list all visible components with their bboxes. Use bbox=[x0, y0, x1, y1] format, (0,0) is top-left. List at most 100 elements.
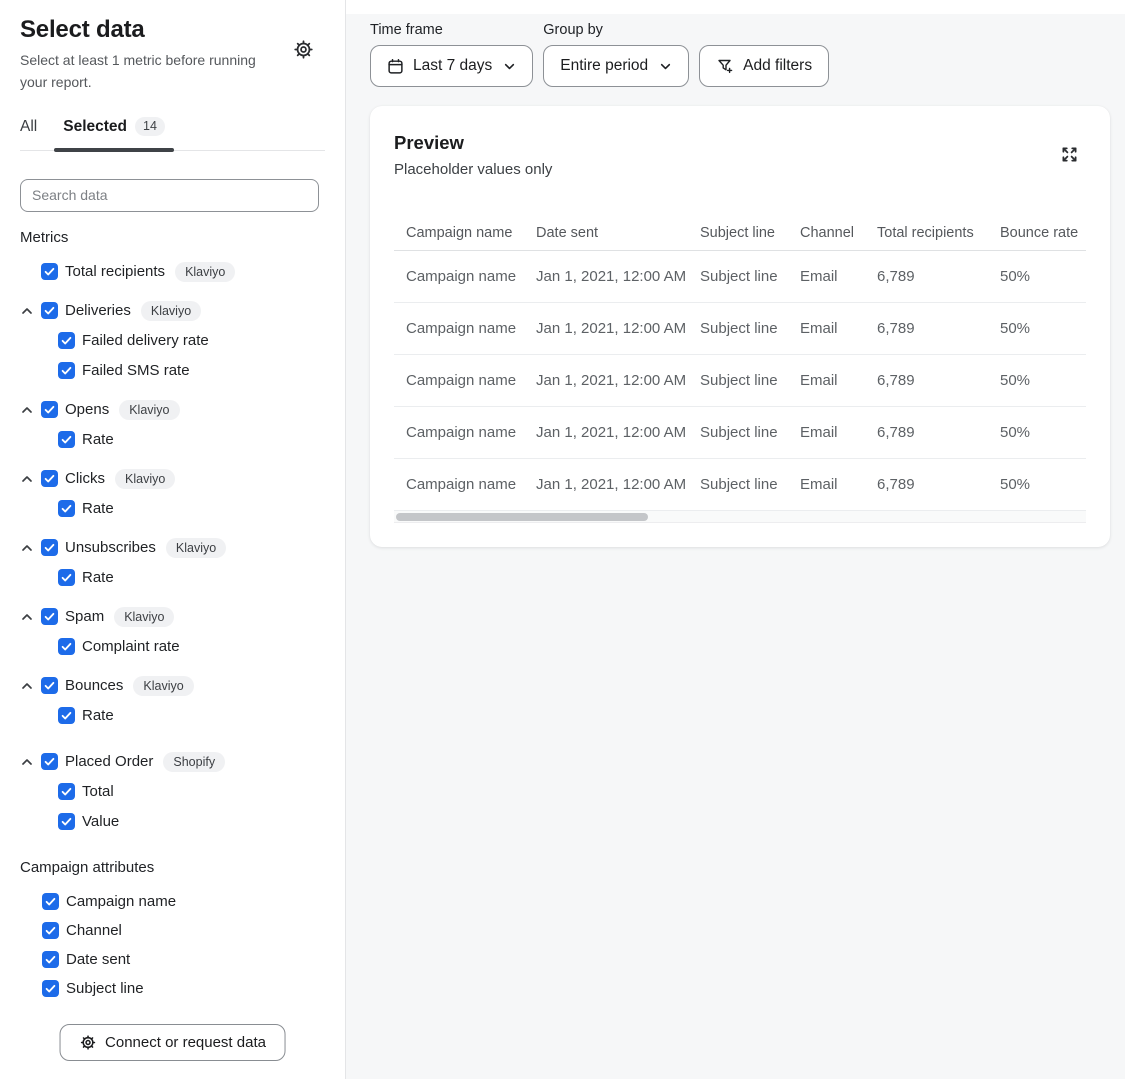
chevron-up-icon[interactable] bbox=[20, 304, 34, 318]
table-cell: Email bbox=[800, 372, 877, 389]
metric-group: Placed Order Shopify Total Value bbox=[20, 747, 325, 837]
attribute-row[interactable]: Channel bbox=[20, 916, 325, 945]
metrics-heading: Metrics bbox=[20, 229, 325, 246]
group-by-field: Group by Entire period bbox=[543, 22, 689, 87]
metric-label: Deliveries bbox=[65, 302, 131, 319]
connect-button-label: Connect or request data bbox=[105, 1034, 266, 1051]
checkbox-checked[interactable] bbox=[41, 263, 58, 280]
metric-group: Clicks Klaviyo Rate bbox=[20, 464, 325, 524]
checkbox-checked[interactable] bbox=[58, 431, 75, 448]
metric-row[interactable]: Deliveries Klaviyo bbox=[20, 296, 325, 326]
submetric-label: Total bbox=[82, 783, 114, 800]
checkbox-checked[interactable] bbox=[58, 362, 75, 379]
checkbox-checked[interactable] bbox=[58, 813, 75, 830]
submetric-row[interactable]: Total bbox=[20, 777, 325, 807]
settings-button[interactable] bbox=[293, 38, 315, 60]
scrollbar-thumb[interactable] bbox=[396, 513, 648, 521]
submetric-row[interactable]: Value bbox=[20, 807, 325, 837]
source-badge: Klaviyo bbox=[166, 538, 226, 558]
chevron-up-icon[interactable] bbox=[20, 541, 34, 555]
submetric-label: Complaint rate bbox=[82, 638, 180, 655]
horizontal-scrollbar[interactable] bbox=[394, 511, 1086, 523]
campaign-attributes-heading: Campaign attributes bbox=[20, 859, 325, 876]
attribute-row[interactable]: Subject line bbox=[20, 974, 325, 1003]
metric-row[interactable]: Bounces Klaviyo bbox=[20, 671, 325, 701]
metric-row[interactable]: Unsubscribes Klaviyo bbox=[20, 533, 325, 563]
page-subtitle: Select at least 1 metric before running … bbox=[20, 50, 268, 93]
sidebar-tabs: All Selected 14 bbox=[20, 111, 325, 151]
metric-row[interactable]: Placed Order Shopify bbox=[20, 747, 325, 777]
metric-row[interactable]: Clicks Klaviyo bbox=[20, 464, 325, 494]
metric-label: Spam bbox=[65, 608, 104, 625]
add-filters-label: Add filters bbox=[743, 57, 812, 75]
metric-children: Rate bbox=[20, 563, 325, 593]
submetric-row[interactable]: Rate bbox=[20, 563, 325, 593]
checkbox-checked[interactable] bbox=[58, 569, 75, 586]
table-row: Campaign nameJan 1, 2021, 12:00 AMSubjec… bbox=[394, 303, 1086, 355]
table-row: Campaign nameJan 1, 2021, 12:00 AMSubjec… bbox=[394, 251, 1086, 303]
time-frame-dropdown[interactable]: Last 7 days bbox=[370, 45, 533, 87]
group-by-value: Entire period bbox=[560, 57, 648, 75]
search-input[interactable] bbox=[20, 179, 319, 212]
tab-selected[interactable]: Selected 14 bbox=[63, 111, 165, 150]
checkbox-checked[interactable] bbox=[41, 401, 58, 418]
checkbox-checked[interactable] bbox=[58, 707, 75, 724]
table-cell: Email bbox=[800, 268, 877, 285]
checkbox-checked[interactable] bbox=[58, 638, 75, 655]
report-builder-main: Time frame Last 7 days bbox=[346, 0, 1125, 1079]
attribute-row[interactable]: Campaign name bbox=[20, 887, 325, 916]
submetric-row[interactable]: Complaint rate bbox=[20, 632, 325, 662]
metric-row[interactable]: Spam Klaviyo bbox=[20, 602, 325, 632]
checkbox-checked[interactable] bbox=[42, 951, 59, 968]
add-filters-button[interactable]: Add filters bbox=[699, 45, 829, 87]
checkbox-checked[interactable] bbox=[41, 677, 58, 694]
chevron-up-icon[interactable] bbox=[20, 755, 34, 769]
submetric-row[interactable]: Failed SMS rate bbox=[20, 356, 325, 386]
metric-label: Placed Order bbox=[65, 753, 153, 770]
table-cell: Subject line bbox=[700, 320, 800, 337]
metric-group: Total recipients Klaviyo bbox=[20, 257, 325, 287]
submetric-row[interactable]: Rate bbox=[20, 494, 325, 524]
checkbox-checked[interactable] bbox=[41, 539, 58, 556]
metric-row[interactable]: Total recipients Klaviyo bbox=[20, 257, 325, 287]
expand-preview-button[interactable] bbox=[1057, 142, 1082, 167]
tab-all[interactable]: All bbox=[20, 111, 37, 150]
checkbox-checked[interactable] bbox=[41, 470, 58, 487]
submetric-row[interactable]: Rate bbox=[20, 701, 325, 731]
chevron-up-icon[interactable] bbox=[20, 472, 34, 486]
group-by-dropdown[interactable]: Entire period bbox=[543, 45, 689, 87]
table-cell: Campaign name bbox=[406, 320, 536, 337]
submetric-row[interactable]: Failed delivery rate bbox=[20, 326, 325, 356]
source-badge: Klaviyo bbox=[119, 400, 179, 420]
attribute-row[interactable]: Date sent bbox=[20, 945, 325, 974]
table-cell: Jan 1, 2021, 12:00 AM bbox=[536, 476, 700, 493]
connect-or-request-data-button[interactable]: Connect or request data bbox=[59, 1024, 286, 1061]
checkbox-checked[interactable] bbox=[41, 608, 58, 625]
chevron-up-icon[interactable] bbox=[20, 679, 34, 693]
time-frame-value: Last 7 days bbox=[413, 57, 492, 75]
chevron-up-icon[interactable] bbox=[20, 403, 34, 417]
table-cell: Jan 1, 2021, 12:00 AM bbox=[536, 268, 700, 285]
checkbox-checked[interactable] bbox=[41, 753, 58, 770]
checkbox-checked[interactable] bbox=[42, 922, 59, 939]
submetric-row[interactable]: Rate bbox=[20, 425, 325, 455]
table-cell: 50% bbox=[1000, 424, 1098, 441]
checkbox-checked[interactable] bbox=[58, 332, 75, 349]
checkbox-checked[interactable] bbox=[58, 783, 75, 800]
table-cell: 6,789 bbox=[877, 476, 1000, 493]
time-frame-label: Time frame bbox=[370, 22, 533, 38]
gear-icon bbox=[79, 1034, 96, 1051]
table-cell: Subject line bbox=[700, 268, 800, 285]
chevron-up-icon[interactable] bbox=[20, 610, 34, 624]
checkbox-checked[interactable] bbox=[41, 302, 58, 319]
table-column-header: Bounce rate bbox=[1000, 225, 1098, 241]
campaign-attributes-list: Campaign name Channel Date sent Subject … bbox=[20, 887, 325, 1003]
metric-row[interactable]: Opens Klaviyo bbox=[20, 395, 325, 425]
table-cell: 50% bbox=[1000, 268, 1098, 285]
checkbox-checked[interactable] bbox=[42, 980, 59, 997]
metric-children: Total Value bbox=[20, 777, 325, 837]
metric-label: Bounces bbox=[65, 677, 123, 694]
checkbox-checked[interactable] bbox=[58, 500, 75, 517]
checkbox-checked[interactable] bbox=[42, 893, 59, 910]
table-cell: Subject line bbox=[700, 476, 800, 493]
